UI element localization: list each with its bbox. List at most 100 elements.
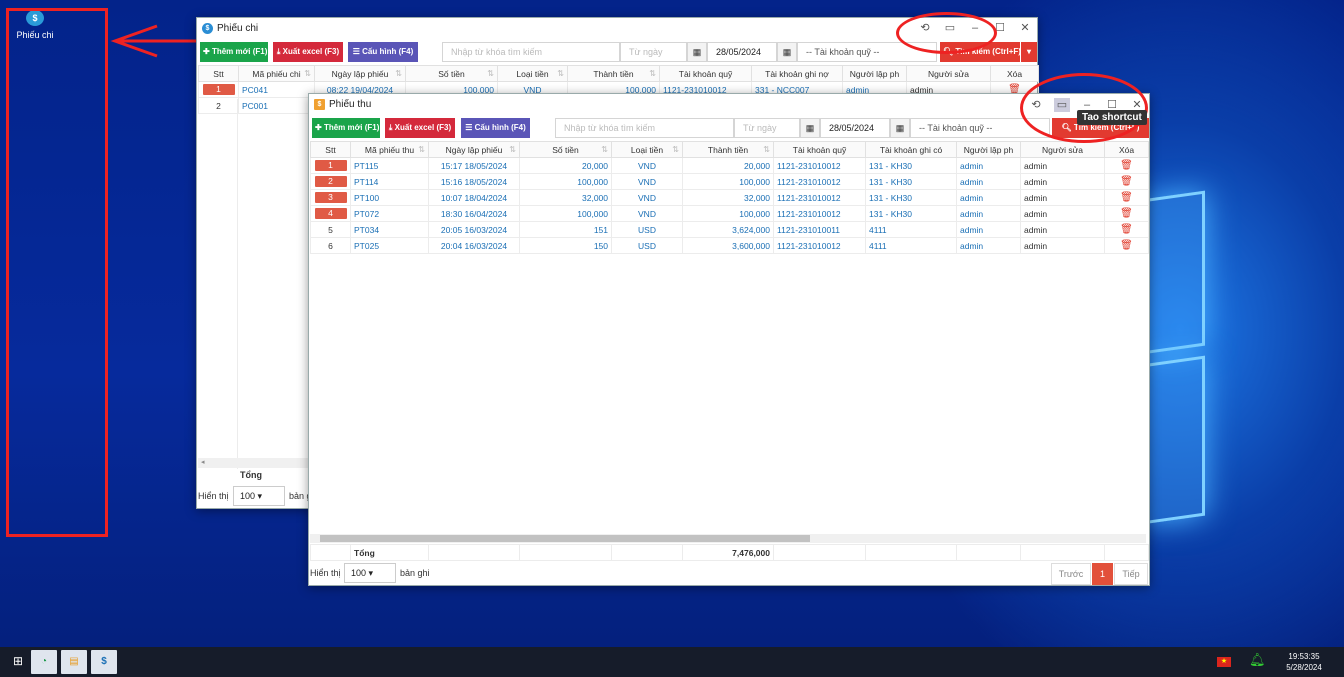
- config-button[interactable]: ☰ Cấu hình (F4): [348, 42, 418, 62]
- column-header[interactable]: Mã phiếu thu ⇅: [350, 141, 429, 158]
- column-header[interactable]: Xóa: [990, 65, 1039, 82]
- table-cell[interactable]: PT115: [350, 157, 429, 174]
- windows-logo-wallpaper: [1145, 171, 1344, 559]
- trash-icon[interactable]: 🗑︎: [1120, 160, 1133, 171]
- clock[interactable]: 19:53:35 5/28/2024: [1284, 652, 1324, 672]
- start-windows-icon[interactable]: ⊞: [13, 655, 25, 667]
- current-page-button[interactable]: 1: [1092, 563, 1113, 585]
- table-cell: 4111: [865, 221, 957, 238]
- page-size-select[interactable]: 100 ▾: [233, 486, 285, 506]
- sort-icon[interactable]: ⇅: [509, 145, 516, 154]
- column-header[interactable]: Ngày lập phiếu ⇅: [314, 65, 406, 82]
- trash-icon[interactable]: 🗑︎: [1120, 240, 1133, 251]
- sort-icon[interactable]: ⇅: [672, 145, 679, 154]
- table-row[interactable]: 2 PT114 15:16 18/05/2024 100,000 VND 100,000 1…: [310, 173, 1149, 190]
- table-cell[interactable]: PT072: [350, 205, 429, 222]
- sort-icon[interactable]: ⇅: [487, 69, 494, 78]
- table-cell: 15:17 18/05/2024: [428, 157, 520, 174]
- column-header[interactable]: Stt: [310, 141, 351, 158]
- sort-icon[interactable]: ⇅: [304, 69, 311, 78]
- calendar-icon[interactable]: ▦: [800, 118, 820, 138]
- column-header[interactable]: Tài khoản ghi có: [865, 141, 957, 158]
- table-cell[interactable]: PT025: [350, 237, 429, 254]
- column-header[interactable]: Người lập ph: [956, 141, 1021, 158]
- show-label: Hiển thị: [310, 568, 341, 578]
- sort-icon[interactable]: ⇅: [763, 145, 770, 154]
- column-header[interactable]: Ngày lập phiếu ⇅: [428, 141, 520, 158]
- shortcut-tooltip: Tao shortcut: [1077, 110, 1147, 125]
- to-date-input[interactable]: 28/05/2024: [820, 118, 890, 138]
- table-cell[interactable]: PC041: [238, 81, 315, 98]
- search-input[interactable]: Nhập từ khóa tìm kiếm: [555, 118, 734, 138]
- sort-icon[interactable]: ⇅: [418, 145, 425, 154]
- sort-icon[interactable]: ⇅: [395, 69, 402, 78]
- prev-page-button[interactable]: Trước: [1051, 563, 1091, 585]
- column-header[interactable]: Thành tiền ⇅: [567, 65, 660, 82]
- search-input[interactable]: Nhập từ khóa tìm kiếm: [442, 42, 620, 62]
- vietnam-flag-icon[interactable]: ★: [1217, 657, 1231, 667]
- table-row[interactable]: 3 PT100 10:07 18/04/2024 32,000 VND 32,000 112…: [310, 189, 1149, 206]
- notification-bell-icon[interactable]: 🔔︎: [1249, 652, 1266, 668]
- table-header-row: Stt Mã phiếu thu ⇅ Ngày lập phiếu ⇅ Số tiền ⇅ L…: [310, 141, 1149, 158]
- from-date-input[interactable]: Từ ngày: [620, 42, 687, 62]
- scrollbar-thumb[interactable]: [320, 535, 810, 542]
- horizontal-scrollbar[interactable]: ◂: [198, 458, 308, 468]
- calendar-icon[interactable]: ▦: [687, 42, 707, 62]
- table-row[interactable]: 1 PT115 15:17 18/05/2024 20,000 VND 20,000 112…: [310, 157, 1149, 174]
- next-page-button[interactable]: Tiếp: [1114, 563, 1148, 585]
- dollar-chat-app-icon[interactable]: $: [91, 650, 117, 674]
- table-cell[interactable]: PT034: [350, 221, 429, 238]
- from-date-input[interactable]: Từ ngày: [734, 118, 800, 138]
- to-date-input[interactable]: 28/05/2024: [707, 42, 777, 62]
- total-value: 7,476,000: [682, 544, 774, 561]
- table-cell: 2: [310, 173, 351, 190]
- table-cell: VND: [611, 173, 683, 190]
- column-header[interactable]: Tài khoản ghi nợ: [751, 65, 843, 82]
- column-header[interactable]: Tài khoản quỹ: [659, 65, 752, 82]
- column-header[interactable]: Mã phiếu chi ⇅: [238, 65, 315, 82]
- column-header[interactable]: Số tiền ⇅: [405, 65, 498, 82]
- table-row[interactable]: 6 PT025 20:04 16/03/2024 150 USD 3,600,000 112…: [310, 237, 1149, 254]
- document-app-icon[interactable]: ▤: [61, 650, 87, 674]
- table-cell[interactable]: PC001: [238, 97, 315, 114]
- sort-icon[interactable]: ⇅: [557, 69, 564, 78]
- table-cell[interactable]: PT100: [350, 189, 429, 206]
- trash-icon[interactable]: 🗑︎: [1120, 208, 1133, 219]
- page-size-select[interactable]: 100 ▾: [344, 563, 396, 583]
- trash-icon[interactable]: 🗑︎: [1120, 224, 1133, 235]
- calendar-icon[interactable]: ▦: [777, 42, 797, 62]
- column-header[interactable]: Người lập ph: [842, 65, 907, 82]
- horizontal-scrollbar[interactable]: [310, 534, 1146, 543]
- calendar-icon[interactable]: ▦: [890, 118, 910, 138]
- column-header[interactable]: Loại tiền ⇅: [611, 141, 683, 158]
- table-cell: 32,000: [519, 189, 612, 206]
- table-cell[interactable]: PT114: [350, 173, 429, 190]
- table-cell: admin: [1020, 157, 1105, 174]
- table-cell: 32,000: [682, 189, 774, 206]
- add-new-button[interactable]: ✚ Thêm mới (F1): [200, 42, 268, 62]
- clock-time: 19:53:35: [1288, 652, 1320, 661]
- column-header[interactable]: Stt: [198, 65, 239, 82]
- export-excel-button[interactable]: ⤓ Xuất excel (F3): [385, 118, 455, 138]
- column-header[interactable]: Tài khoản quỹ: [773, 141, 866, 158]
- search-dropdown-caret[interactable]: ▾: [1020, 42, 1037, 62]
- table-row[interactable]: 5 PT034 20:05 16/03/2024 151 USD 3,624,000 112…: [310, 221, 1149, 238]
- sort-icon[interactable]: ⇅: [649, 69, 656, 78]
- trash-icon[interactable]: 🗑︎: [1120, 176, 1133, 187]
- column-header[interactable]: Loại tiền ⇅: [497, 65, 568, 82]
- column-header[interactable]: Người sửa: [906, 65, 991, 82]
- sort-icon[interactable]: ⇅: [601, 145, 608, 154]
- config-button[interactable]: ☰ Cấu hình (F4): [461, 118, 530, 138]
- trash-icon[interactable]: 🗑︎: [1120, 192, 1133, 203]
- table-cell: 20:05 16/03/2024: [428, 221, 520, 238]
- close-button[interactable]: ✕: [1017, 21, 1033, 35]
- column-header[interactable]: Người sửa: [1020, 141, 1105, 158]
- export-excel-button[interactable]: ⤓ Xuất excel (F3): [273, 42, 343, 62]
- column-header[interactable]: Thành tiền ⇅: [682, 141, 774, 158]
- total-label: Tổng: [350, 544, 429, 561]
- dashboard-app-icon[interactable]: ◔: [31, 650, 57, 674]
- column-header[interactable]: Xóa: [1104, 141, 1149, 158]
- add-new-button[interactable]: ✚ Thêm mới (F1): [312, 118, 380, 138]
- table-row[interactable]: 4 PT072 18:30 16/04/2024 100,000 VND 100,000 1…: [310, 205, 1149, 222]
- column-header[interactable]: Số tiền ⇅: [519, 141, 612, 158]
